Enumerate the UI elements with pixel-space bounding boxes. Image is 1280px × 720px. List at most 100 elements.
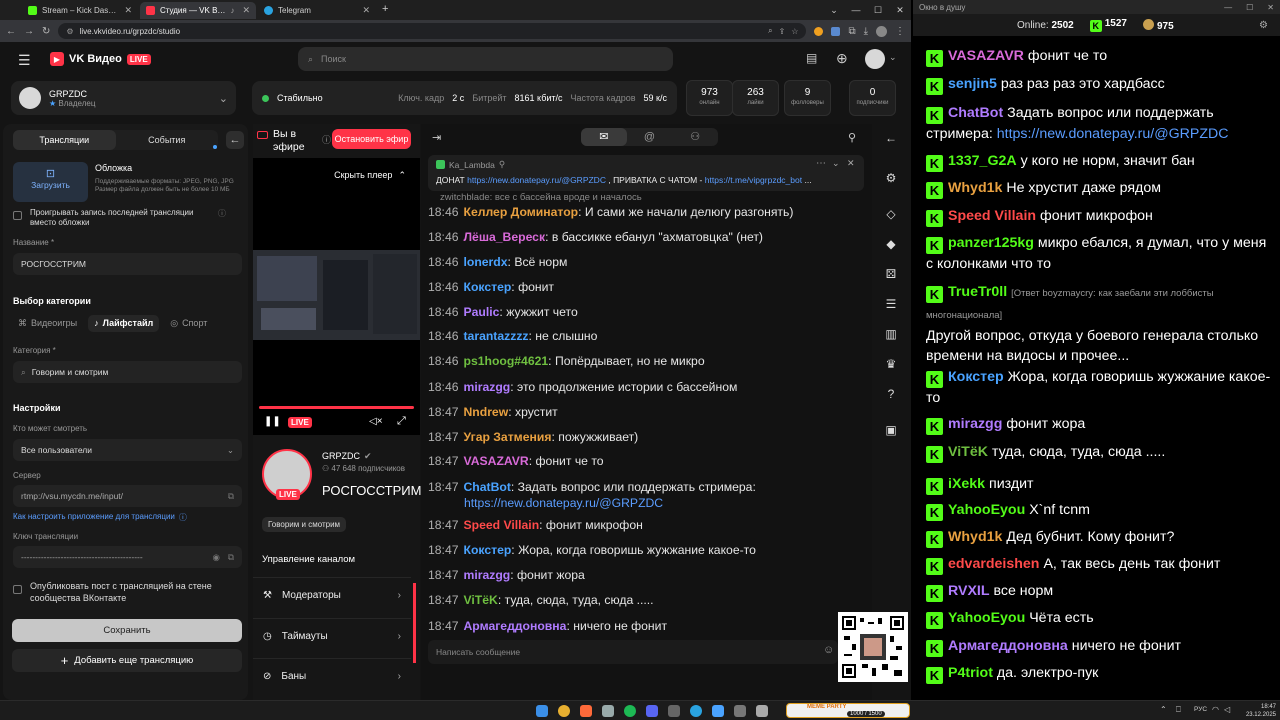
copy-icon[interactable]: ⧉ [228,552,234,563]
minimize-icon[interactable]: — [845,0,867,20]
message-user[interactable]: Угар Затмения [464,430,552,444]
message-user[interactable]: ViTёK [464,593,498,607]
video-player[interactable]: Скрыть плеер ⌃ ❚❚ LIVE ◁× ⤢ [253,158,420,435]
maximize-icon[interactable]: ☐ [867,0,889,20]
tray-chevron-icon[interactable]: ⌃ [1160,705,1167,714]
kick-message-user[interactable]: TrueTr0ll [948,284,1007,300]
settings-gear-icon[interactable]: ⚙ [883,170,899,186]
gem-icon[interactable]: ◆ [883,236,899,252]
server-field[interactable]: rtmp://vsu.mycdn.me/input/ ⧉ [13,485,242,507]
obs-icon[interactable] [668,705,680,717]
maximize-icon[interactable]: ☐ [1246,3,1253,12]
message-user[interactable]: Paulic [464,305,500,319]
live-progress-bar[interactable] [259,406,414,409]
manage-bans[interactable]: ⊘ Баны › [253,658,411,694]
cat-games-button[interactable]: ⌘ Видеоигры [13,315,82,332]
stream-name-input[interactable]: РОСГОССТРИМ [13,253,242,275]
kick-message-user[interactable]: mirazgg [948,416,1002,432]
message-user[interactable]: Кокстер [464,280,512,294]
studio-icon[interactable]: ▤ [806,51,817,65]
message-user[interactable]: Nndrew [464,405,509,419]
extension-icon[interactable] [831,26,841,36]
app-icon[interactable] [712,705,724,717]
eye-icon[interactable]: ◉ [213,552,220,563]
pin-icon[interactable]: ⚲ [848,131,856,144]
howto-link[interactable]: Как настроить приложение для трансляции ⓘ [13,512,187,523]
info-icon[interactable]: ⓘ [322,133,331,146]
hamburger-menu-icon[interactable]: ☰ [18,52,31,69]
tray-icon[interactable]: ⎕ [1176,705,1181,715]
record-cover-checkbox[interactable] [13,211,22,220]
kick-message-user[interactable]: Speed Villain [948,208,1036,224]
kick-message-user[interactable]: ChatBot [948,105,1003,121]
add-stream-button[interactable]: + Добавить еще трансляцию [12,649,242,672]
pinned-telegram-link[interactable]: https://t.me/vipgrpzdc_bot [705,175,802,185]
pause-icon[interactable]: ❚❚ [264,416,281,427]
tab-kick-dashboard[interactable]: Stream – Kick Dashboard ✕ [22,2,138,19]
dice-icon[interactable]: ⚄ [883,266,899,282]
manage-moderators[interactable]: ⚒ Модераторы › [253,577,411,613]
user-avatar[interactable] [865,49,885,69]
kick-message-user[interactable]: panzer125kg [948,235,1034,251]
publish-post-checkbox[interactable] [13,585,22,594]
kick-message-user[interactable]: ViTёK [948,444,988,460]
extensions-puzzle-icon[interactable]: ⧉ [848,26,855,37]
message-user[interactable]: lonerdx [464,255,508,269]
category-chip[interactable]: Говорим и смотрим [262,517,347,532]
new-tab-icon[interactable]: + [382,3,388,15]
publish-post-option[interactable]: Опубликовать пост с трансляцией на стене… [13,580,243,604]
kick-settings-icon[interactable]: ⚙ [1259,20,1268,31]
chat-tab-users[interactable]: ⚇ [672,128,718,146]
kick-message-user[interactable]: RVXIL [948,583,990,599]
diamond-icon[interactable]: ◇ [883,206,899,222]
category-select[interactable]: ⌕ Говорим и смотрим [13,361,242,383]
kick-message-user[interactable]: YahooEyou [948,610,1025,626]
fullscreen-icon[interactable]: ⤢ [397,415,406,428]
message-user[interactable]: Кокстер [464,543,512,557]
start-icon[interactable] [536,705,548,717]
language-indicator[interactable]: РУС [1194,706,1207,713]
vk-logo[interactable]: ▶ VK Видео LIVE [50,52,151,66]
clock[interactable]: 18:47 23.12.2025 [1236,701,1276,719]
steam-icon[interactable] [602,705,614,717]
mute-icon[interactable]: ◁× [369,416,383,427]
chrome-icon[interactable] [558,705,570,717]
chat-tab-mentions[interactable]: @ [627,128,673,146]
copy-icon[interactable]: ⧉ [228,491,234,502]
message-user[interactable]: mirazgg [464,568,511,582]
message-user[interactable]: Лёша_Вереск [464,230,546,244]
share-icon[interactable]: ⇪ [779,27,786,36]
collapse-panel-button[interactable]: ← [226,131,244,149]
url-field[interactable]: ⚙ live.vkvideo.ru/grpzdc/studio ⌕ ⇪ ☆ [58,23,807,39]
download-icon[interactable]: ⤓ [864,26,868,37]
close-tab-icon[interactable]: ✕ [242,5,250,16]
extension-icon[interactable] [814,26,824,36]
kick-message-user[interactable]: iXekk [948,476,985,492]
chat-input[interactable]: Написать сообщение [428,640,838,664]
site-info-icon[interactable]: ⚙ [66,27,73,36]
reload-icon[interactable]: ↻ [42,26,50,37]
message-user[interactable]: ChatBot [464,480,511,494]
pinned-donate-link[interactable]: https://new.donatepay.ru/@GRPZDC [467,175,606,185]
telegram-icon[interactable] [690,705,702,717]
message-user[interactable]: Speed Villain [464,518,540,532]
list-icon[interactable]: ☰ [883,296,899,312]
trophy-icon[interactable]: ♛ [883,356,899,372]
add-icon[interactable]: ⊕ [836,50,848,67]
profile-avatar-icon[interactable] [876,25,887,37]
kick-message-user[interactable]: Армагеддоновна [948,638,1068,654]
chevron-down-icon[interactable]: ⌄ [889,52,897,63]
chevron-down-icon[interactable]: ⌄ [832,158,840,169]
network-icon[interactable]: ◠ [1212,705,1219,714]
message-user[interactable]: Келлер Доминатор [464,205,579,219]
tab-search-icon[interactable]: ⌄ [823,0,845,20]
channel-selector[interactable]: GRPZDC ★ Владелец ⌄ [11,81,236,115]
kick-message-user[interactable]: senjin5 [948,76,997,92]
back-arrow-icon[interactable]: ← [883,130,899,146]
message-user[interactable]: ps1hoog#4621 [464,354,549,368]
record-cover-option[interactable]: Проигрывать запись последней трансляции … [13,208,243,228]
stop-stream-button[interactable]: Остановить эфир [332,129,411,149]
kick-message-user[interactable]: Кокстер [948,369,1004,385]
upload-cover-button[interactable]: ⊡ Загрузить [13,162,88,202]
cat-lifestyle-button[interactable]: ♪ Лайфстайл [88,315,160,332]
